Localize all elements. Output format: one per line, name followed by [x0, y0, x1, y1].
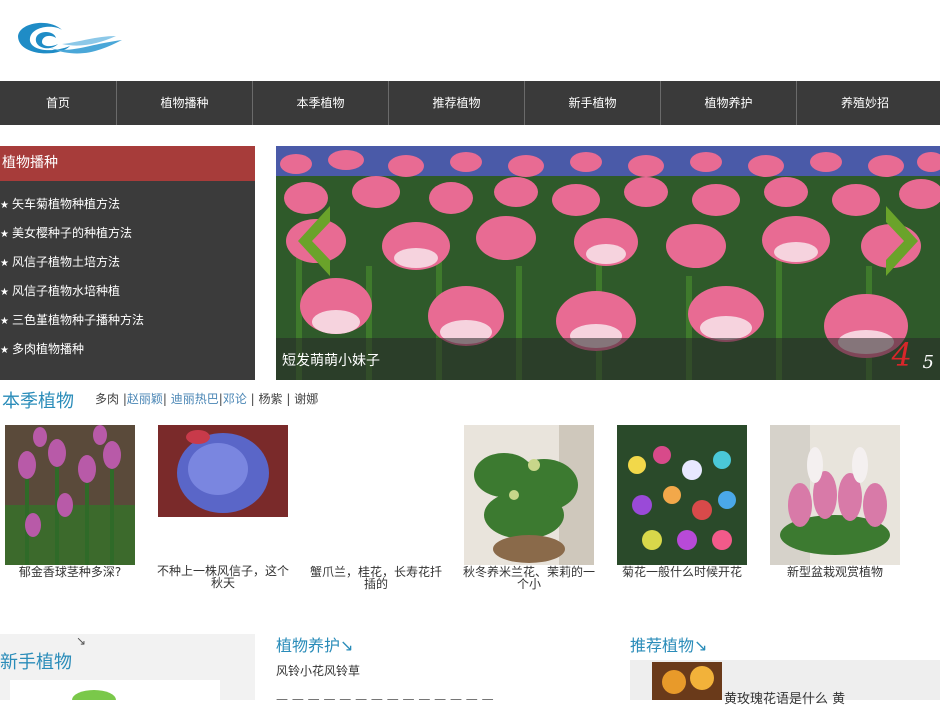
more-arrow-icon: ↘ — [340, 636, 354, 655]
beginner-section-title: 新手植物 — [0, 652, 72, 673]
sidebar-item-2[interactable]: ★ 美女樱种子的种植方法 — [0, 219, 255, 248]
plant-photo-tulip — [5, 425, 135, 565]
sidebar-item-label: 矢车菊植物种植方法 — [12, 197, 121, 211]
plant-photo-milan — [464, 425, 594, 565]
plant-card[interactable]: 秋冬养米兰花、茉莉的一个小 — [459, 425, 599, 590]
slide-total-number: 5 — [922, 352, 934, 373]
card-caption: 菊花一般什么时候开花 — [621, 565, 742, 579]
sidebar-list: ★ 矢车菊植物种植方法 ★ 美女樱种子的种植方法 ★ 风信子植物土培方法 ★ 风信子植物… — [0, 181, 255, 364]
card-caption: 秋冬养米兰花、茉莉的一个小 — [462, 565, 595, 591]
card-caption: 新型盆栽观赏植物 — [786, 565, 883, 579]
slider-next-arrow-icon[interactable] — [882, 204, 922, 278]
sidebar-item-label: 风信子植物水培种植 — [12, 284, 121, 298]
recommend-photo — [652, 662, 722, 700]
sidebar-item-5[interactable]: ★ 三色堇植物种子播种方法 — [0, 306, 255, 335]
plant-photo-placeholder — [311, 425, 441, 565]
tag-link[interactable]: 杨紫 — [259, 392, 283, 406]
plant-card[interactable]: 菊花一般什么时候开花 — [612, 425, 752, 578]
sowing-sidebar: 植物播种 ★ 矢车菊植物种植方法 ★ 美女樱种子的种植方法 ★ 风信子植物土培方法 ★… — [0, 146, 255, 380]
slider-prev-arrow-icon[interactable] — [294, 204, 334, 278]
nav-beginner-plants[interactable]: 新手植物 — [525, 81, 661, 125]
sidebar-title: 植物播种 — [0, 146, 255, 181]
recommend-item-title: 黄玫瑰花语是什么 黄 — [724, 692, 846, 707]
plant-card[interactable]: 郁金香球茎种多深? — [0, 425, 140, 578]
card-caption: 蟹爪兰，桂花，长寿花扦插的 — [309, 565, 442, 591]
sidebar-item-label: 美女樱种子的种植方法 — [12, 226, 133, 240]
plant-photo-curcuma — [770, 425, 900, 565]
nav-home[interactable]: 首页 — [0, 81, 117, 125]
slider-caption-bar: 短发萌萌小妹子 4 5 — [276, 336, 940, 380]
care-item-text: — — — — — — — — — — — — — — — [276, 692, 494, 706]
sidebar-item-label: 三色堇植物种子播种方法 — [12, 313, 145, 327]
star-icon: ★ — [0, 229, 9, 240]
star-icon: ★ — [0, 287, 9, 298]
season-tag-list: 多肉 |赵丽颖| 迪丽热巴|邓论 | 杨紫 | 谢娜 — [95, 392, 319, 406]
slide-current-number: 4 — [891, 336, 912, 374]
nav-season-plants[interactable]: 本季植物 — [253, 81, 389, 125]
tag-link[interactable]: 邓论 — [223, 392, 247, 406]
plant-card[interactable]: 新型盆栽观赏植物 — [765, 425, 905, 578]
tag-link[interactable]: 赵丽颖 — [127, 392, 163, 406]
star-icon: ★ — [0, 316, 9, 327]
season-cards: 郁金香球茎种多深? 不种上一株风信子，这个秋天 蟹爪兰，桂花，长寿花扦插的 秋冬… — [0, 425, 940, 595]
star-icon: ★ — [0, 200, 9, 211]
sidebar-item-1[interactable]: ★ 矢车菊植物种植方法 — [0, 190, 255, 219]
more-arrow-icon[interactable]: ↘ — [76, 634, 86, 648]
beginner-image-box[interactable] — [10, 680, 220, 707]
sidebar-item-4[interactable]: ★ 风信子植物水培种植 — [0, 277, 255, 306]
sidebar-item-6[interactable]: ★ 多肉植物播种 — [0, 335, 255, 364]
plant-card[interactable]: 不种上一株风信子，这个秋天 — [153, 425, 293, 589]
tag-link[interactable]: 谢娜 — [294, 392, 318, 406]
tag-link[interactable]: 多肉 — [95, 392, 119, 406]
star-icon: ★ — [0, 345, 9, 356]
nav-recommended-plants[interactable]: 推荐植物 — [389, 81, 525, 125]
nav-plant-care[interactable]: 植物养护 — [661, 81, 797, 125]
star-icon: ★ — [0, 258, 9, 269]
card-caption: 不种上一株风信子，这个秋天 — [156, 564, 289, 590]
site-logo[interactable] — [10, 14, 125, 64]
plant-card[interactable]: 蟹爪兰，桂花，长寿花扦插的 — [306, 425, 446, 590]
slider-caption: 短发萌萌小妹子 — [282, 353, 380, 369]
tag-link[interactable]: 迪丽热巴 — [171, 392, 219, 406]
recommend-item-box[interactable]: 黄玫瑰花语是什么 黄 — [630, 660, 940, 707]
plant-photo-chrysanthemum — [617, 425, 747, 565]
sidebar-item-label: 多肉植物播种 — [12, 342, 85, 356]
nav-tips[interactable]: 养殖妙招 — [797, 81, 933, 125]
care-section-title[interactable]: 植物养护↘ — [276, 632, 353, 656]
more-arrow-icon: ↘ — [694, 636, 708, 655]
season-section-title: 本季植物 — [2, 391, 74, 412]
leaf-photo — [72, 690, 116, 707]
image-slider[interactable]: 短发萌萌小妹子 4 5 — [276, 146, 940, 380]
nav-plant-sowing[interactable]: 植物播种 — [117, 81, 253, 125]
care-item-link[interactable]: 风铃小花风铃草 — [276, 662, 360, 679]
sidebar-item-label: 风信子植物土培方法 — [12, 255, 121, 269]
main-nav: 首页 植物播种 本季植物 推荐植物 新手植物 植物养护 养殖妙招 — [0, 81, 940, 125]
card-caption: 郁金香球茎种多深? — [18, 565, 122, 579]
recommend-section-title[interactable]: 推荐植物↘ — [630, 632, 707, 656]
sidebar-item-3[interactable]: ★ 风信子植物土培方法 — [0, 248, 255, 277]
plant-photo-hyacinth — [158, 425, 288, 517]
beginner-plants-section: ↘ 新手植物 — [0, 634, 255, 707]
